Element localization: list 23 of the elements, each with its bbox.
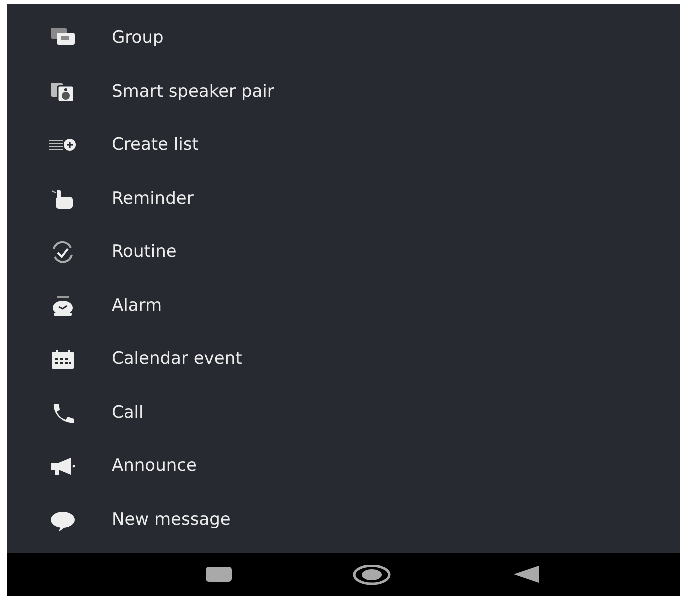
menu-item[interactable]: Announce bbox=[7, 440, 680, 494]
menu-item[interactable]: Routine bbox=[7, 226, 680, 280]
menu-item[interactable]: New message bbox=[7, 494, 680, 547]
menu-item-label: Reminder bbox=[112, 188, 194, 210]
menu-item[interactable]: Calendar event bbox=[7, 333, 680, 386]
home-icon[interactable] bbox=[353, 564, 391, 584]
menu-item[interactable]: Smart speaker pair bbox=[7, 66, 680, 119]
menu-item-label: Announce bbox=[112, 455, 197, 478]
menu-item-label: New message bbox=[112, 508, 231, 532]
menu-item[interactable]: Alarm bbox=[7, 280, 680, 333]
menu-item-label: Alarm bbox=[112, 294, 162, 318]
recent-apps-icon[interactable] bbox=[206, 567, 232, 582]
menu-item-label: Routine bbox=[112, 241, 177, 264]
back-icon[interactable] bbox=[514, 566, 539, 583]
menu-item[interactable]: Create list bbox=[7, 119, 680, 172]
menu-item-label: Create list bbox=[112, 134, 199, 157]
menu-item[interactable]: Reminder bbox=[7, 172, 680, 226]
menu-item-label: Calendar event bbox=[112, 348, 242, 371]
menu-item[interactable]: Call bbox=[7, 386, 680, 440]
menu-item[interactable]: Group bbox=[7, 12, 680, 66]
menu-item-label: Smart speaker pair bbox=[112, 80, 274, 104]
menu-item-label: Call bbox=[112, 402, 144, 424]
menu-item-label: Group bbox=[112, 27, 164, 50]
